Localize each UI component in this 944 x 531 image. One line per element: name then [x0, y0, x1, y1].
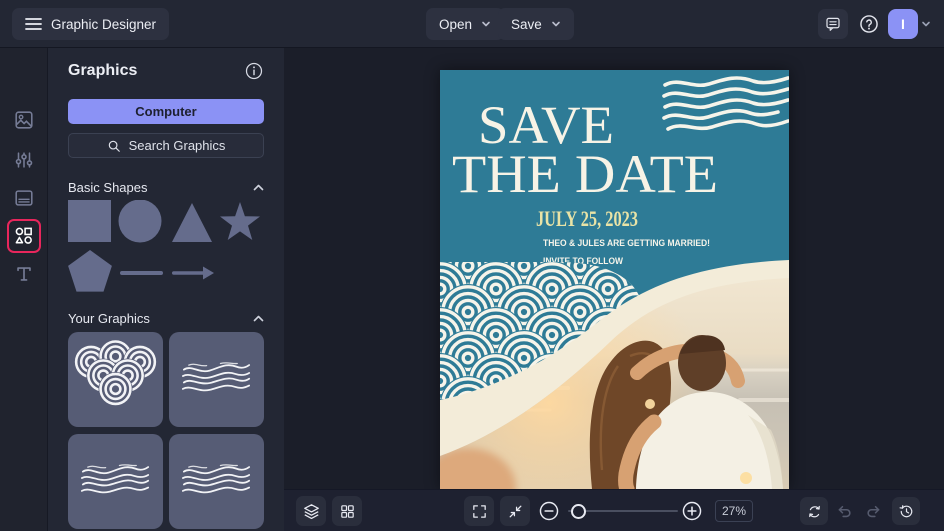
account-chevron-down-icon[interactable] — [921, 19, 931, 29]
fullscreen-icon — [472, 504, 486, 518]
fit-to-screen-icon — [509, 505, 521, 517]
search-graphics-label: Search Graphics — [128, 138, 226, 153]
wavy-lines-icon — [80, 463, 150, 494]
wavy-lines-icon — [181, 463, 251, 494]
shape-square[interactable] — [68, 200, 111, 242]
graphics-panel: Graphics Computer Search Graphics Basic … — [48, 48, 284, 531]
history-button[interactable] — [892, 497, 920, 525]
design-announcement[interactable]: THEO & JULES ARE GETTING MARRIED! — [543, 238, 710, 248]
shape-star[interactable] — [220, 202, 260, 240]
feedback-button[interactable] — [818, 9, 848, 39]
basic-shapes-title: Basic Shapes — [68, 179, 148, 195]
graphic-tile-seigaiha[interactable] — [68, 332, 163, 427]
sidebar-item-image[interactable] — [13, 109, 35, 131]
grid-icon — [340, 504, 354, 518]
zoom-out-button[interactable] — [538, 500, 560, 522]
sidebar-item-text[interactable] — [13, 263, 35, 285]
basic-shapes-header[interactable]: Basic Shapes — [68, 179, 264, 195]
zoom-level-field[interactable]: 27% — [715, 500, 753, 522]
zoom-in-button[interactable] — [681, 500, 703, 522]
layers-button[interactable] — [296, 496, 326, 526]
main-menu-button[interactable]: Graphic Designer — [12, 8, 170, 40]
shape-arrow[interactable] — [172, 266, 214, 280]
grid-view-button[interactable] — [332, 496, 362, 526]
user-avatar[interactable]: I — [888, 9, 918, 39]
design-date[interactable]: JULY 25, 2023 — [536, 206, 638, 231]
chevron-down-icon — [551, 21, 560, 27]
canvas-toolbar: 27% — [284, 489, 944, 531]
avatar-initial: I — [901, 16, 905, 32]
open-button[interactable]: Open — [426, 8, 505, 40]
shape-triangle[interactable] — [172, 203, 212, 242]
undo-button[interactable] — [834, 501, 854, 521]
help-icon — [860, 15, 878, 33]
wavy-lines-icon — [181, 361, 251, 392]
shape-pentagon[interactable] — [68, 250, 112, 292]
sidebar-item-shapes[interactable] — [13, 225, 35, 247]
top-bar: Graphic Designer Open Save I — [0, 0, 944, 48]
canvas-area[interactable]: SAVE THE DATE JULY 25, 2023 THEO & JULES… — [284, 48, 944, 531]
reset-button[interactable] — [800, 497, 828, 525]
heading-line2[interactable]: THE DATE — [452, 144, 718, 204]
save-label: Save — [511, 16, 542, 32]
search-graphics-button[interactable]: Search Graphics — [68, 133, 264, 158]
info-icon[interactable] — [244, 61, 264, 81]
help-button[interactable] — [854, 9, 884, 39]
app-title: Graphic Designer — [51, 16, 157, 32]
fit-to-screen-button[interactable] — [500, 496, 530, 526]
basic-shapes-grid — [68, 200, 260, 292]
tool-rail — [0, 48, 48, 531]
panel-title: Graphics — [68, 62, 138, 79]
graphic-tile-waves[interactable] — [169, 332, 264, 427]
graphic-tile-waves[interactable] — [68, 434, 163, 529]
seigaiha-cluster-icon — [74, 339, 157, 406]
reset-icon — [808, 505, 820, 517]
fullscreen-button[interactable] — [464, 496, 494, 526]
zoom-slider-knob[interactable] — [571, 503, 586, 519]
computer-upload-button[interactable]: Computer — [68, 99, 264, 124]
graphic-tile-waves[interactable] — [169, 434, 264, 529]
sidebar-item-templates[interactable] — [13, 187, 35, 209]
your-graphics-header[interactable]: Your Graphics — [68, 310, 264, 326]
sidebar-item-adjustments[interactable] — [13, 149, 35, 171]
history-icon — [899, 504, 912, 517]
search-icon — [108, 140, 120, 152]
chevron-up-icon — [253, 315, 264, 321]
shape-line[interactable] — [120, 271, 163, 275]
chevron-up-icon — [253, 184, 264, 190]
hamburger-icon — [25, 18, 42, 30]
open-label: Open — [439, 16, 473, 32]
redo-button[interactable] — [864, 501, 884, 521]
design-canvas[interactable]: SAVE THE DATE JULY 25, 2023 THEO & JULES… — [440, 70, 789, 489]
shape-circle[interactable] — [118, 200, 162, 243]
your-graphics-title: Your Graphics — [68, 310, 150, 326]
comment-icon — [826, 17, 840, 31]
save-button[interactable]: Save — [498, 8, 574, 40]
layers-icon — [303, 503, 319, 519]
app-window: Graphic Designer Open Save I Graphics Co… — [0, 0, 944, 531]
chevron-down-icon — [482, 21, 490, 27]
